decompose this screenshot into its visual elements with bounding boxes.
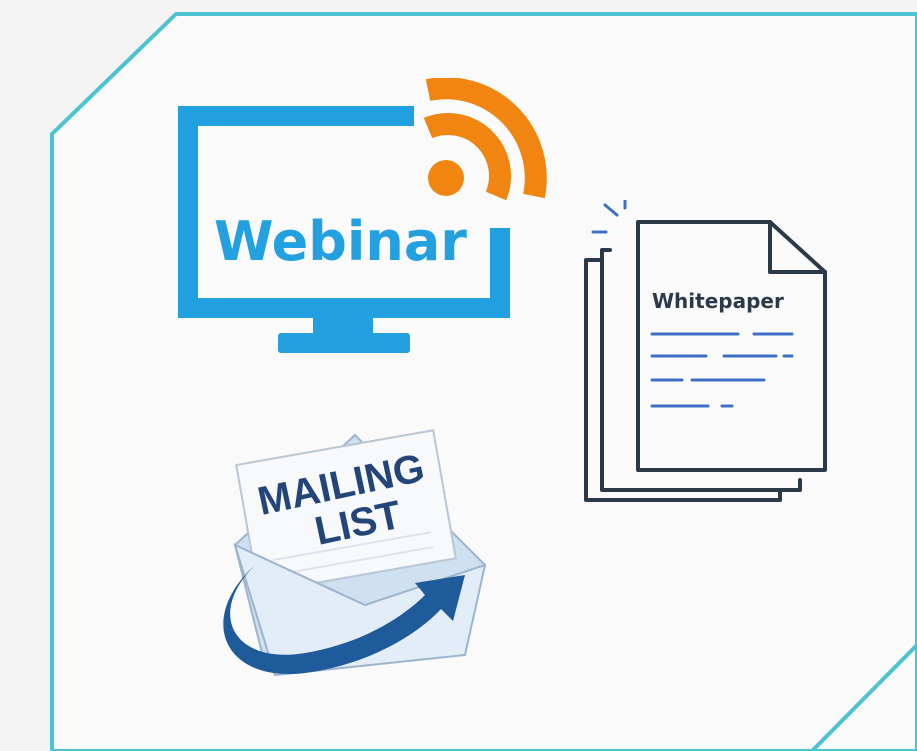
mailing-list-envelope-icon: MAILING LIST xyxy=(223,429,487,677)
monitor-base xyxy=(278,333,410,353)
rss-icon xyxy=(423,78,547,201)
whitepaper-label: Whitepaper xyxy=(652,289,784,313)
webinar-label: Webinar xyxy=(214,210,467,273)
whitepaper-document-icon: Whitepaper xyxy=(584,200,827,502)
front-sheet-outline xyxy=(636,220,827,472)
middle-sheet-outline xyxy=(600,248,802,492)
webinar-monitor-icon: Webinar xyxy=(178,78,547,353)
text-lines xyxy=(650,332,794,408)
sparkle-icon xyxy=(591,200,627,234)
